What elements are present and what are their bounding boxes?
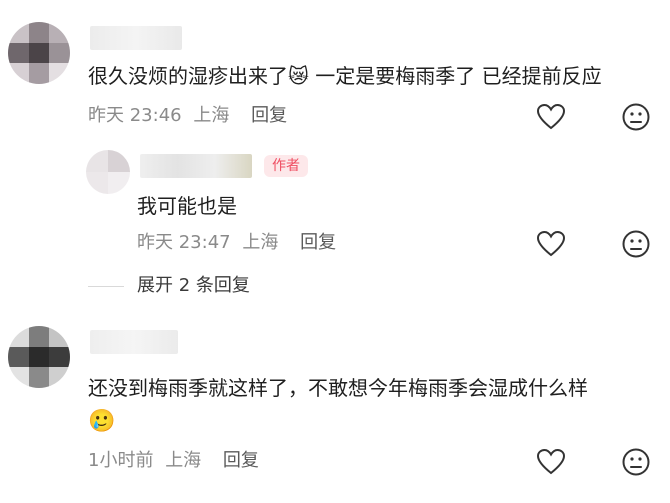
avatar[interactable] bbox=[8, 22, 70, 84]
avatar[interactable] bbox=[86, 150, 130, 194]
reply-text: 我可能也是 bbox=[137, 194, 237, 218]
comment-meta: 昨天 23:46 上海 回复 bbox=[88, 104, 287, 128]
expand-divider bbox=[88, 286, 124, 287]
reply-location: 上海 bbox=[242, 232, 279, 253]
emoji-icon: 🥲 bbox=[88, 409, 116, 434]
like-heart-icon[interactable] bbox=[536, 229, 566, 259]
dislike-face-icon[interactable] bbox=[621, 447, 651, 477]
comment-text: 还没到梅雨季就这样了，不敢想今年梅雨季会湿成什么样 bbox=[88, 376, 588, 400]
dislike-face-icon[interactable] bbox=[621, 102, 651, 132]
comment-time: 昨天 23:46 bbox=[88, 105, 182, 126]
expand-replies-button[interactable]: 展开 2 条回复 bbox=[137, 273, 250, 299]
reply-button[interactable]: 回复 bbox=[300, 232, 336, 253]
comment-text-after: 一定是要梅雨季了 已经提前反应 bbox=[308, 64, 602, 88]
comment-location: 上海 bbox=[193, 105, 230, 126]
comment-location: 上海 bbox=[165, 450, 202, 471]
comment-meta: 1小时前 上海 回复 bbox=[88, 449, 259, 473]
dislike-face-icon[interactable] bbox=[621, 229, 651, 259]
comment-text: 很久没烦的湿疹出来了😿 一定是要梅雨季了 已经提前反应 bbox=[88, 62, 602, 90]
reply-meta: 昨天 23:47 上海 回复 bbox=[137, 231, 336, 255]
avatar[interactable] bbox=[8, 326, 70, 388]
username-blurred[interactable] bbox=[140, 154, 252, 178]
reply-button[interactable]: 回复 bbox=[223, 450, 259, 471]
comment-time: 1小时前 bbox=[88, 450, 154, 471]
like-heart-icon[interactable] bbox=[536, 102, 566, 132]
emoji-icon: 😿 bbox=[288, 64, 309, 88]
comment-text-before: 很久没烦的湿疹出来了 bbox=[88, 64, 288, 88]
reply-time: 昨天 23:47 bbox=[137, 232, 231, 253]
author-badge: 作者 bbox=[264, 155, 308, 177]
reply-button[interactable]: 回复 bbox=[251, 105, 287, 126]
username-blurred[interactable] bbox=[90, 26, 182, 50]
like-heart-icon[interactable] bbox=[536, 447, 566, 477]
username-blurred[interactable] bbox=[90, 330, 178, 354]
